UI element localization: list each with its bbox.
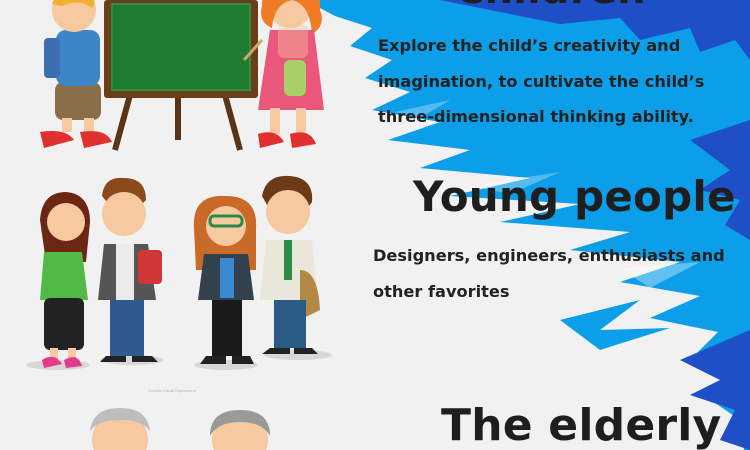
children-description: Explore the child’s creativity and imagi…: [378, 36, 705, 126]
elderly-heading: The elderly: [441, 400, 722, 450]
young-people-heading: Young people: [413, 172, 736, 221]
young-people-description: Designers, engineers, enthusiasts and ot…: [373, 246, 725, 301]
children-chalkboard-illustration: [40, 0, 324, 151]
elderly-illustration: [90, 408, 270, 450]
infographic-page: Graphic Visual Department Children Explo…: [0, 0, 750, 450]
children-heading: Children: [455, 0, 646, 13]
illustration-credit: Graphic Visual Department: [148, 388, 196, 393]
young-people-illustration: [26, 175, 332, 370]
